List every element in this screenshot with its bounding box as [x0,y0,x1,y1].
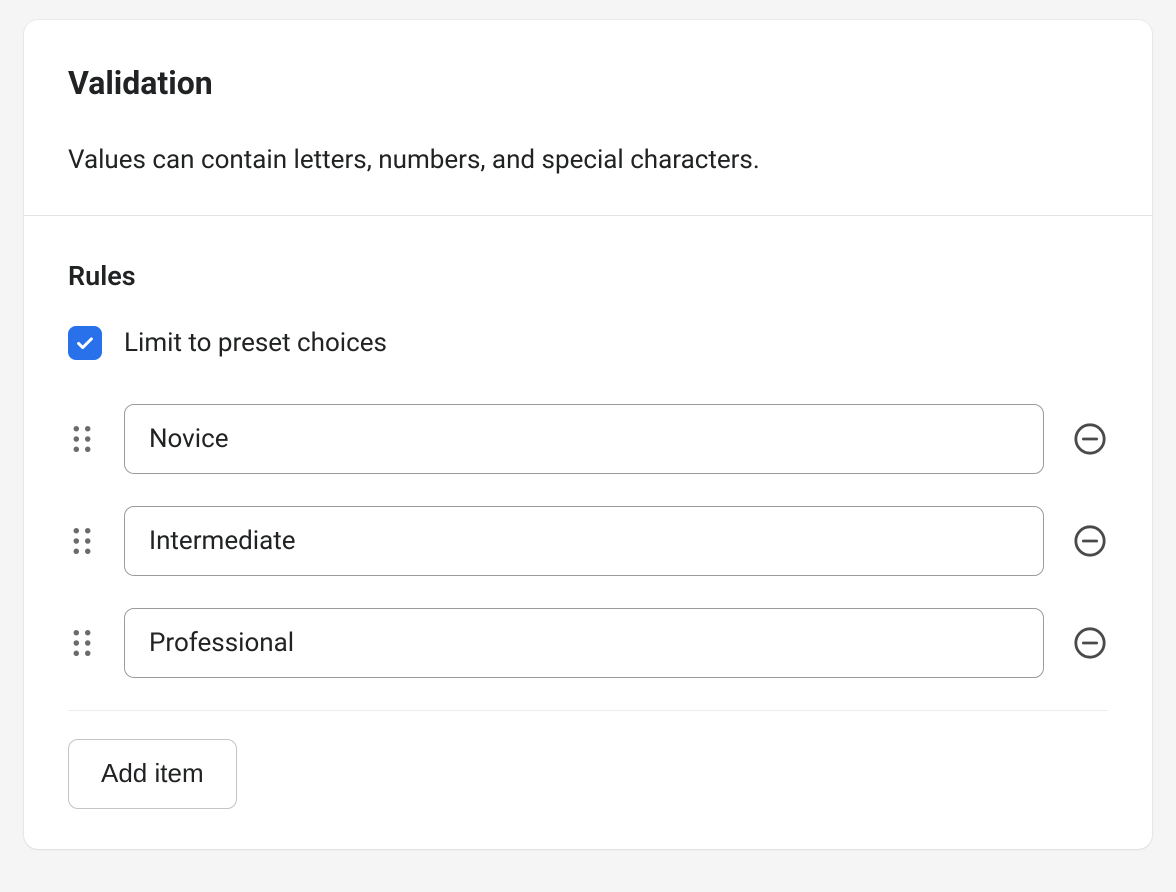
choice-input[interactable] [124,608,1044,678]
choice-input[interactable] [124,506,1044,576]
drag-handle-icon[interactable] [68,523,96,559]
choice-row [68,608,1108,678]
list-divider [68,710,1108,711]
drag-handle-icon[interactable] [68,421,96,457]
remove-choice-button[interactable] [1072,625,1108,661]
remove-choice-button[interactable] [1072,523,1108,559]
choice-row [68,506,1108,576]
choice-input[interactable] [124,404,1044,474]
check-icon [74,332,96,354]
add-item-button[interactable]: Add item [68,739,237,809]
card-body: Rules Limit to preset choices [24,216,1152,849]
card-header: Validation Values can contain letters, n… [24,20,1152,215]
validation-card: Validation Values can contain letters, n… [24,20,1152,849]
rules-title: Rules [68,260,1108,292]
card-title: Validation [68,64,1108,102]
choice-list [68,404,1108,678]
remove-icon [1073,422,1107,456]
limit-preset-label: Limit to preset choices [124,328,387,358]
card-description: Values can contain letters, numbers, and… [68,142,1108,178]
remove-icon [1073,524,1107,558]
drag-handle-icon[interactable] [68,625,96,661]
limit-preset-checkbox[interactable] [68,326,102,360]
choice-row [68,404,1108,474]
remove-icon [1073,626,1107,660]
limit-preset-row: Limit to preset choices [68,326,1108,360]
remove-choice-button[interactable] [1072,421,1108,457]
